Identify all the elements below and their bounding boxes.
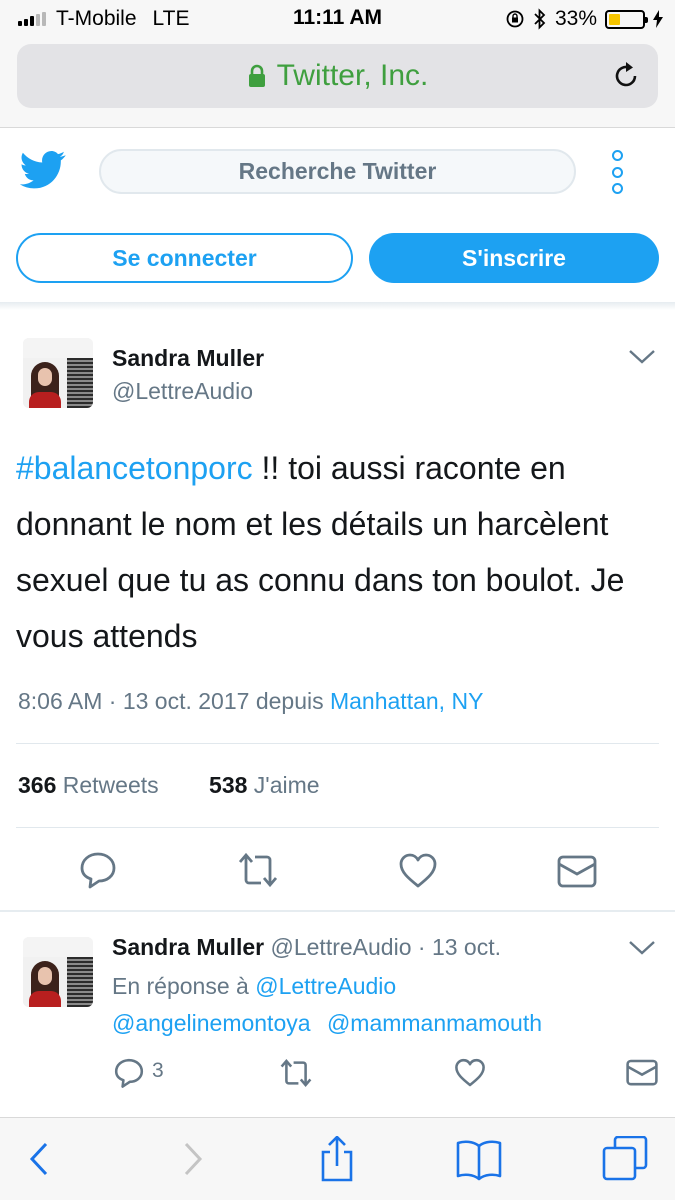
mention-link[interactable]: @mammanmamouth [327,1010,542,1036]
reply-count: 3 [152,1059,164,1082]
orientation-lock-icon [506,10,524,28]
chevron-down-icon[interactable] [628,349,656,365]
reload-icon[interactable] [608,58,644,94]
avatar[interactable] [23,937,93,1007]
message-icon[interactable] [557,852,597,892]
twitter-bird-icon[interactable] [20,150,66,190]
login-button[interactable]: Se connecter [16,233,353,283]
address-bar[interactable]: Twitter, Inc. [17,44,658,108]
retweets-count[interactable]: 366 [18,772,56,798]
in-reply-label: En réponse à [112,973,249,999]
bluetooth-icon [534,8,546,30]
reply-mentions: @angelinemontoya @mammanmamouth [112,1010,542,1037]
back-icon[interactable] [18,1136,64,1182]
message-icon[interactable] [626,1057,658,1089]
bookmarks-icon[interactable] [456,1136,502,1182]
retweet-icon[interactable] [280,1057,312,1089]
thread-separator [0,910,675,912]
battery-fill [609,13,620,25]
tweet-timestamp: 8:06 AM · 13 oct. 2017 depuis Manhattan,… [18,688,483,715]
browser-address-area: Twitter, Inc. [0,38,675,128]
tabs-icon[interactable] [602,1136,648,1182]
retweet-icon[interactable] [238,850,278,890]
likes-count[interactable]: 538 [209,772,247,798]
url-label: Twitter, Inc. [276,59,429,92]
reply-date: · 13 oct. [417,934,501,960]
browser-toolbar [0,1117,675,1200]
tweet-author-name[interactable]: Sandra Muller [112,345,264,372]
tweet-stats: 366 Retweets 538 J'aime [18,772,320,799]
tweet-author-handle[interactable]: @LettreAudio [112,378,253,405]
chevron-down-icon[interactable] [628,940,656,956]
reply-author-handle[interactable]: @LettreAudio [271,934,412,960]
reply-icon[interactable] [113,1057,145,1089]
tweet-text: #balancetonporc !! toi aussi raconte en … [16,440,666,664]
mention-link[interactable]: @angelinemontoya [112,1010,311,1036]
twitter-header: Recherche Twitter Se connecter S'inscrir… [0,128,675,303]
retweets-label[interactable]: Retweets [63,772,159,798]
charging-icon [653,10,663,28]
lock-icon [248,64,265,87]
divider [16,827,659,828]
tweet-time-date: 8:06 AM · 13 oct. 2017 depuis [18,688,330,714]
signup-button[interactable]: S'inscrire [369,233,659,283]
divider [16,743,659,744]
reply-icon[interactable] [78,850,118,890]
reply-author-name[interactable]: Sandra Muller [112,934,264,960]
likes-label[interactable]: J'aime [254,772,320,798]
search-input[interactable]: Recherche Twitter [99,149,576,194]
tweet-location-link[interactable]: Manhattan, NY [330,688,483,714]
status-right: 33% [505,6,663,32]
hashtag-link[interactable]: #balancetonporc [16,450,253,486]
mention-link[interactable]: @LettreAudio [255,973,396,999]
like-icon[interactable] [454,1057,486,1089]
avatar[interactable] [23,338,93,408]
forward-icon[interactable] [168,1136,214,1182]
share-icon[interactable] [314,1136,360,1182]
header-divider [0,302,675,310]
more-dots-icon[interactable] [607,150,627,194]
battery-percent: 33% [554,7,597,30]
like-icon[interactable] [398,851,438,891]
status-bar: T-Mobile LTE 11:11 AM 33% [0,0,675,38]
battery-icon [605,9,648,29]
reply-to-line: En réponse à @LettreAudio [112,973,396,1000]
reply-header: Sandra Muller @LettreAudio · 13 oct. [112,934,501,961]
